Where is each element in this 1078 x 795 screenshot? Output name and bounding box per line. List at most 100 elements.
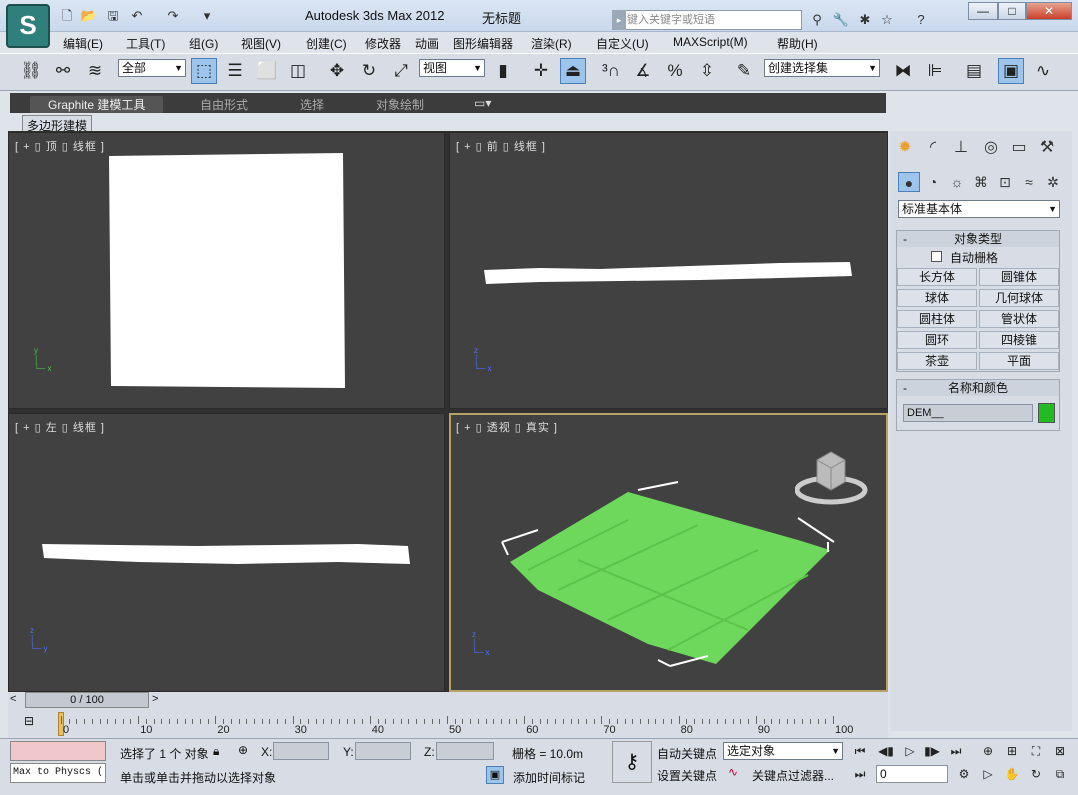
- application-menu-button[interactable]: S: [6, 4, 50, 48]
- menu-help[interactable]: 帮助(H): [777, 35, 818, 52]
- select-object-icon[interactable]: ⬚: [191, 58, 217, 84]
- tab-object-paint[interactable]: 对象绘制: [376, 96, 424, 113]
- menu-group[interactable]: 组(G): [189, 35, 218, 52]
- bind-spacewarp-icon[interactable]: ≋: [82, 58, 108, 84]
- window-crossing-icon[interactable]: ◫: [285, 58, 311, 84]
- save-file-icon[interactable]: 🖫: [104, 8, 122, 24]
- menu-graph-editors[interactable]: 图形编辑器: [453, 35, 513, 52]
- new-file-icon[interactable]: 🗋: [58, 8, 76, 24]
- zoom-all-icon[interactable]: ⊞: [1002, 742, 1022, 760]
- selection-filter-dropdown[interactable]: 全部 ▼: [118, 59, 186, 77]
- torus-button[interactable]: 圆环: [897, 331, 977, 349]
- field-of-view-icon[interactable]: ▷: [978, 765, 998, 783]
- search-input[interactable]: 键入关键字或短语: [612, 10, 802, 30]
- help-icon[interactable]: ?: [912, 12, 930, 28]
- key-mode-toggle-icon[interactable]: ⏭: [850, 765, 870, 783]
- time-slider-prev-icon[interactable]: <: [10, 693, 16, 705]
- pivot-center-icon[interactable]: ▮: [490, 58, 516, 84]
- maximize-button[interactable]: □: [998, 2, 1026, 20]
- unlink-icon[interactable]: ⚯: [50, 58, 76, 84]
- time-configuration-icon[interactable]: ⚙: [954, 765, 974, 783]
- maxscript-mini-listener-top[interactable]: [10, 741, 106, 761]
- tab-graphite-modeling[interactable]: Graphite 建模工具: [30, 96, 164, 113]
- modify-tab-icon[interactable]: ◜: [920, 136, 946, 162]
- time-slider-next-icon[interactable]: >: [152, 693, 158, 705]
- edit-named-selection-icon[interactable]: ✎: [731, 58, 757, 84]
- rectangular-selection-icon[interactable]: ⬜: [254, 58, 280, 84]
- snap-toggle-icon[interactable]: ³∩: [598, 58, 624, 84]
- maxscript-mini-listener[interactable]: Max to Physcs (: [10, 763, 106, 783]
- rotate-icon[interactable]: ↻: [356, 58, 382, 84]
- object-color-swatch[interactable]: [1038, 403, 1055, 423]
- add-time-tag-button[interactable]: 添加时间标记: [513, 769, 585, 786]
- box-button[interactable]: 长方体: [897, 268, 977, 286]
- keyboard-shortcut-override-icon[interactable]: ⏏: [560, 58, 586, 84]
- select-by-name-icon[interactable]: ☰: [222, 58, 248, 84]
- motion-tab-icon[interactable]: ◎: [978, 136, 1004, 162]
- autogrid-checkbox[interactable]: [931, 251, 942, 262]
- pyramid-button[interactable]: 四棱锥: [979, 331, 1059, 349]
- scale-icon[interactable]: ⤢: [388, 58, 414, 84]
- select-manipulate-icon[interactable]: ✛: [528, 58, 554, 84]
- open-file-icon[interactable]: 📂: [80, 8, 98, 24]
- reference-coordinate-dropdown[interactable]: 视图 ▼: [419, 59, 485, 77]
- space-warps-icon[interactable]: ≈: [1018, 172, 1040, 192]
- quick-access-dropdown-icon[interactable]: ▾: [198, 8, 216, 24]
- tab-selection[interactable]: 选择: [300, 96, 324, 113]
- viewport-front-label[interactable]: [ + ▯ 前 ▯ 线框 ]: [456, 138, 546, 154]
- viewport-top-label[interactable]: [ + ▯ 顶 ▯ 线框 ]: [15, 138, 105, 154]
- object-type-rollout-header[interactable]: - 对象类型: [897, 231, 1059, 247]
- favorites-star-icon[interactable]: ☆: [878, 12, 896, 28]
- viewport-perspective-label[interactable]: [ + ▯ 透视 ▯ 真实 ]: [456, 419, 558, 435]
- helpers-icon[interactable]: ⊡: [994, 172, 1016, 192]
- x-coord-field[interactable]: [273, 742, 329, 760]
- ribbon-options-icon[interactable]: ▭▾: [474, 96, 491, 110]
- go-to-start-icon[interactable]: ⏮: [850, 742, 870, 760]
- object-name-input[interactable]: DEM__: [903, 404, 1033, 422]
- percent-snap-icon[interactable]: %: [662, 58, 688, 84]
- undo-icon[interactable]: ↶: [128, 8, 146, 24]
- auto-key-button[interactable]: 自动关键点: [657, 745, 717, 762]
- named-selection-set-dropdown[interactable]: 创建选择集 ▼: [764, 59, 880, 77]
- angle-snap-icon[interactable]: ∡: [630, 58, 656, 84]
- hierarchy-tab-icon[interactable]: ⊥: [948, 136, 974, 162]
- name-color-rollout-header[interactable]: - 名称和颜色: [897, 380, 1059, 396]
- graphite-toggle-icon[interactable]: ▣: [998, 58, 1024, 84]
- key-mode-dropdown[interactable]: 选定对象 ▼: [723, 742, 843, 760]
- select-link-icon[interactable]: ⛓: [18, 58, 44, 84]
- spinner-snap-icon[interactable]: ⇳: [694, 58, 720, 84]
- create-tab-icon[interactable]: ✹: [892, 136, 918, 162]
- close-button[interactable]: ✕: [1026, 2, 1072, 20]
- subscription-icon[interactable]: 🔧: [832, 12, 850, 28]
- y-coord-field[interactable]: [355, 742, 411, 760]
- zoom-extents-icon[interactable]: ⛶: [1026, 742, 1046, 760]
- previous-frame-icon[interactable]: ◀▮: [876, 742, 896, 760]
- lights-icon[interactable]: ☼: [946, 172, 968, 192]
- layer-manager-icon[interactable]: ▤: [961, 58, 987, 84]
- cone-button[interactable]: 圆锥体: [979, 268, 1059, 286]
- mini-curve-editor-icon[interactable]: ⊟: [18, 714, 40, 732]
- plane-button[interactable]: 平面: [979, 352, 1059, 370]
- display-tab-icon[interactable]: ▭: [1006, 136, 1032, 162]
- communication-icon[interactable]: ✱: [856, 12, 874, 28]
- time-slider-thumb[interactable]: 0 / 100: [25, 692, 149, 708]
- menu-customize[interactable]: 自定义(U): [596, 35, 649, 52]
- key-filters-button[interactable]: 关键点过滤器...: [752, 767, 834, 784]
- orbit-icon[interactable]: ↻: [1026, 765, 1046, 783]
- current-frame-field[interactable]: 0: [876, 765, 948, 783]
- tube-button[interactable]: 管状体: [979, 310, 1059, 328]
- move-icon[interactable]: ✥: [324, 58, 350, 84]
- sphere-button[interactable]: 球体: [897, 289, 977, 307]
- set-key-icon[interactable]: ⚷: [612, 741, 652, 783]
- align-icon[interactable]: ⊫: [922, 58, 948, 84]
- menu-edit[interactable]: 编辑(E): [63, 35, 103, 52]
- shapes-icon[interactable]: ◔: [922, 172, 944, 192]
- time-tag-icon[interactable]: ▣: [486, 766, 504, 784]
- teapot-button[interactable]: 茶壶: [897, 352, 977, 370]
- mirror-icon[interactable]: ⧓: [890, 58, 916, 84]
- geosphere-button[interactable]: 几何球体: [979, 289, 1059, 307]
- primitive-category-dropdown[interactable]: 标准基本体 ▼: [898, 200, 1060, 218]
- menu-maxscript[interactable]: MAXScript(M): [673, 35, 748, 49]
- cylinder-button[interactable]: 圆柱体: [897, 310, 977, 328]
- menu-modifiers[interactable]: 修改器: [365, 35, 401, 52]
